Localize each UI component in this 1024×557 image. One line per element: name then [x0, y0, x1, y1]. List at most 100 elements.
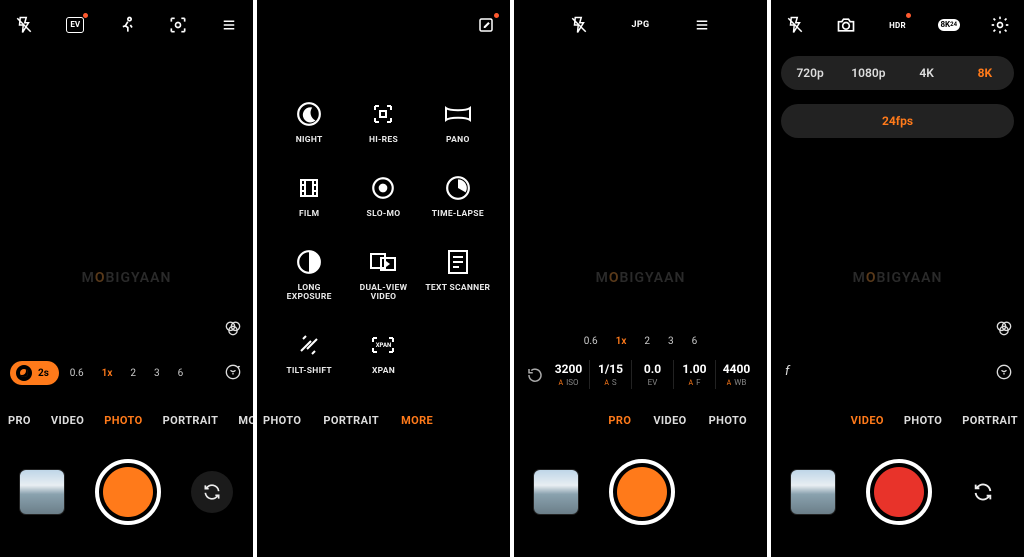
res-1080p[interactable]: 1080p: [839, 66, 897, 80]
param-ev[interactable]: 0.0 EV: [631, 360, 673, 389]
zoom-value[interactable]: 1x: [616, 336, 627, 347]
ev-icon[interactable]: EV: [65, 15, 85, 35]
param-shutter[interactable]: 1/15 AS: [589, 360, 631, 389]
mode-xpan[interactable]: XPAN XPAN: [349, 331, 417, 377]
zoom-value[interactable]: 6: [178, 368, 184, 379]
record-button[interactable]: [864, 457, 934, 527]
mode-pano[interactable]: PANO: [424, 100, 492, 146]
mode-photo[interactable]: PHOTO: [104, 414, 142, 427]
zoom-selector[interactable]: 0.6 1x 2 3 6: [70, 368, 184, 379]
mode-label: PANO: [446, 136, 470, 146]
res-720p[interactable]: 720p: [781, 66, 839, 80]
mode-label: DUAL-VIEW VIDEO: [349, 284, 417, 304]
shutter-button[interactable]: [93, 457, 163, 527]
format-jpg-icon[interactable]: JPG: [630, 15, 650, 35]
switch-camera-button[interactable]: [191, 471, 233, 513]
mode-photo[interactable]: PHOTO: [263, 414, 301, 427]
mode-longexposure[interactable]: LONG EXPOSURE: [275, 248, 343, 304]
slomo-icon: [369, 174, 397, 202]
zoom-value[interactable]: 1x: [102, 368, 113, 379]
param-focus[interactable]: 1.00 AF: [673, 360, 715, 389]
menu-icon[interactable]: [692, 15, 712, 35]
mode-dualview[interactable]: DUAL-VIEW VIDEO: [349, 248, 417, 304]
mode-rail[interactable]: PHOTO PORTRAIT MORE: [257, 405, 510, 435]
mode-pro[interactable]: PRO: [608, 414, 631, 427]
mode-label: HI-RES: [369, 136, 398, 146]
res-8k[interactable]: 8K: [956, 66, 1014, 80]
gallery-thumbnail[interactable]: [20, 470, 64, 514]
mode-video[interactable]: VIDEO: [653, 414, 686, 427]
mode-pro[interactable]: PRO: [8, 414, 31, 427]
bottom-controls: [0, 457, 253, 527]
zoom-value[interactable]: 3: [154, 368, 160, 379]
mode-portrait[interactable]: PORTRAIT: [163, 414, 219, 427]
settings-icon[interactable]: [990, 15, 1010, 35]
mode-textscan[interactable]: TEXT SCANNER: [424, 248, 492, 304]
aperture-indicator[interactable]: f: [785, 364, 789, 379]
zoom-value[interactable]: 2: [130, 368, 136, 379]
mode-grid: NIGHT HI-RES PANO FILM SLO-MO TIME-LAPSE…: [257, 100, 510, 377]
filters-icon[interactable]: [994, 318, 1014, 338]
mode-label: TEXT SCANNER: [425, 284, 490, 294]
mode-slomo[interactable]: SLO-MO: [349, 174, 417, 220]
zoom-selector[interactable]: 0.6 1x 2 3 6: [584, 336, 698, 347]
mode-more[interactable]: MORE: [401, 414, 433, 427]
xpan-icon: XPAN: [369, 331, 397, 359]
mode-rail[interactable]: VIDEO PHOTO PORTRAIT: [771, 405, 1024, 435]
edit-modes-icon[interactable]: [476, 15, 496, 35]
mode-rail[interactable]: PRO VIDEO PHOTO PORTRAIT MORE: [0, 405, 253, 435]
motion-icon[interactable]: [117, 15, 137, 35]
mode-night[interactable]: NIGHT: [275, 100, 343, 146]
mode-rail[interactable]: PRO VIDEO PHOTO: [514, 405, 767, 435]
reset-icon[interactable]: [524, 366, 546, 384]
gallery-thumbnail[interactable]: [791, 470, 835, 514]
flash-off-icon[interactable]: [785, 15, 805, 35]
dualview-icon: [369, 248, 397, 276]
interval-icon: [16, 365, 32, 381]
zoom-value[interactable]: 0.6: [70, 368, 84, 379]
watermark: MOBIGYAAN: [853, 270, 943, 286]
param-wb[interactable]: 4400 AWB: [715, 360, 757, 389]
ai-retouch-icon[interactable]: [994, 362, 1014, 382]
mode-timelapse[interactable]: TIME-LAPSE: [424, 174, 492, 220]
ai-scene-icon[interactable]: [168, 15, 188, 35]
ai-retouch-icon[interactable]: [223, 362, 243, 382]
interval-chip[interactable]: 2s: [10, 361, 59, 385]
resolution-8k24-icon[interactable]: 8K24: [939, 15, 959, 35]
zoom-value[interactable]: 3: [668, 336, 674, 347]
fps-24[interactable]: 24fps: [882, 114, 913, 128]
mode-photo[interactable]: PHOTO: [709, 414, 747, 427]
zoom-value[interactable]: 2: [644, 336, 650, 347]
watermark: MOBIGYAAN: [596, 270, 686, 286]
zoom-value[interactable]: 0.6: [584, 336, 598, 347]
fps-selector[interactable]: 24fps: [781, 104, 1014, 138]
filters-icon[interactable]: [223, 318, 243, 338]
param-iso[interactable]: 3200 AISO: [548, 360, 589, 389]
mode-tiltshift[interactable]: TILT-SHIFT: [275, 331, 343, 377]
flash-off-icon[interactable]: [14, 15, 34, 35]
mode-hires[interactable]: HI-RES: [349, 100, 417, 146]
res-4k[interactable]: 4K: [898, 66, 956, 80]
mode-portrait[interactable]: PORTRAIT: [323, 414, 379, 427]
mode-more[interactable]: MORE: [238, 414, 253, 427]
resolution-selector[interactable]: 720p 1080p 4K 8K: [781, 56, 1014, 90]
mode-portrait[interactable]: PORTRAIT: [962, 414, 1018, 427]
pro-params: 3200 AISO 1/15 AS 0.0 EV 1.00 AF 4400 AW…: [514, 360, 767, 389]
camera-icon[interactable]: [836, 15, 856, 35]
timelapse-icon: [444, 174, 472, 202]
shutter-button[interactable]: [607, 457, 677, 527]
hdr-icon[interactable]: HDR: [888, 15, 908, 35]
mode-video[interactable]: VIDEO: [51, 414, 84, 427]
flash-off-icon[interactable]: [569, 15, 589, 35]
top-toolbar: JPG: [514, 0, 767, 50]
pano-icon: [444, 100, 472, 128]
zoom-value[interactable]: 6: [692, 336, 698, 347]
screen-pro: JPG MOBIGYAAN 0.6 1x 2 3 6 3200 AISO 1/1…: [514, 0, 767, 557]
mode-label: SLO-MO: [367, 210, 401, 220]
mode-photo[interactable]: PHOTO: [904, 414, 942, 427]
gallery-thumbnail[interactable]: [534, 470, 578, 514]
mode-film[interactable]: FILM: [275, 174, 343, 220]
mode-video[interactable]: VIDEO: [851, 414, 884, 427]
switch-camera-button[interactable]: [962, 471, 1004, 513]
menu-icon[interactable]: [219, 15, 239, 35]
